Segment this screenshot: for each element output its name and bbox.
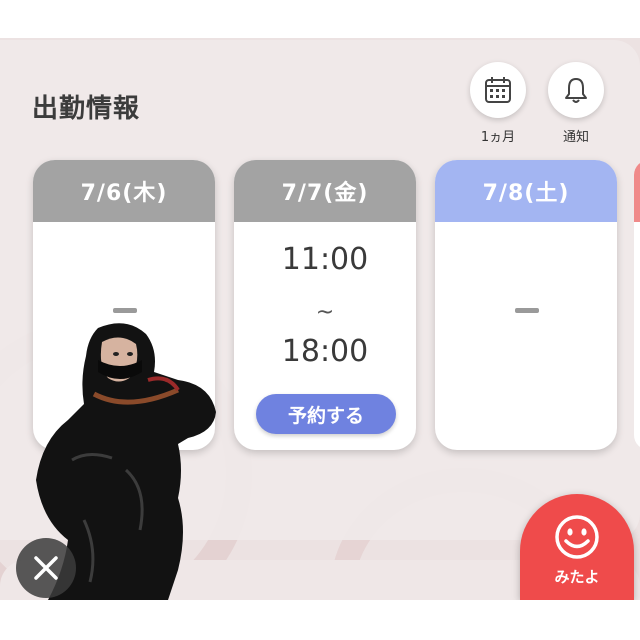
time-range-separator: ~: [315, 300, 335, 325]
no-shift-dash: [515, 308, 539, 313]
card-date: 7/7(金): [281, 181, 369, 206]
shift-end-time: 18:00: [281, 334, 369, 369]
mitayo-label: みたよ: [554, 568, 600, 586]
card-date-header: 7/7(金): [234, 160, 416, 222]
close-overlay-button[interactable]: [16, 538, 76, 598]
close-icon: [34, 556, 58, 580]
mitayo-button[interactable]: みたよ: [520, 494, 634, 600]
schedule-card-jul8: 7/8(土): [435, 160, 617, 450]
schedule-card-next-partial[interactable]: [634, 160, 640, 450]
shift-start-time: 11:00: [281, 242, 369, 277]
card-date: 7/8(土): [482, 181, 570, 206]
calendar-icon: [485, 77, 511, 103]
notify-button[interactable]: [548, 62, 604, 118]
no-shift-dash: [113, 308, 137, 313]
card-date-header: [634, 160, 640, 222]
smiley-icon: [555, 515, 599, 559]
card-date: 7/6(木): [80, 181, 168, 206]
section-title: 出勤情報: [32, 94, 141, 124]
card-date-header: 7/6(木): [33, 160, 215, 222]
bottom-margin: [0, 600, 640, 640]
bell-icon: [565, 78, 587, 103]
month-button-label: 1ヵ月: [480, 130, 516, 145]
reserve-button[interactable]: 予約する: [256, 394, 396, 434]
month-calendar-button[interactable]: [470, 62, 526, 118]
notify-button-label: 通知: [562, 130, 589, 145]
schedule-card-jul7: 7/7(金) 11:00 ~ 18:00 予約する: [234, 160, 416, 450]
card-date-header: 7/8(土): [435, 160, 617, 222]
